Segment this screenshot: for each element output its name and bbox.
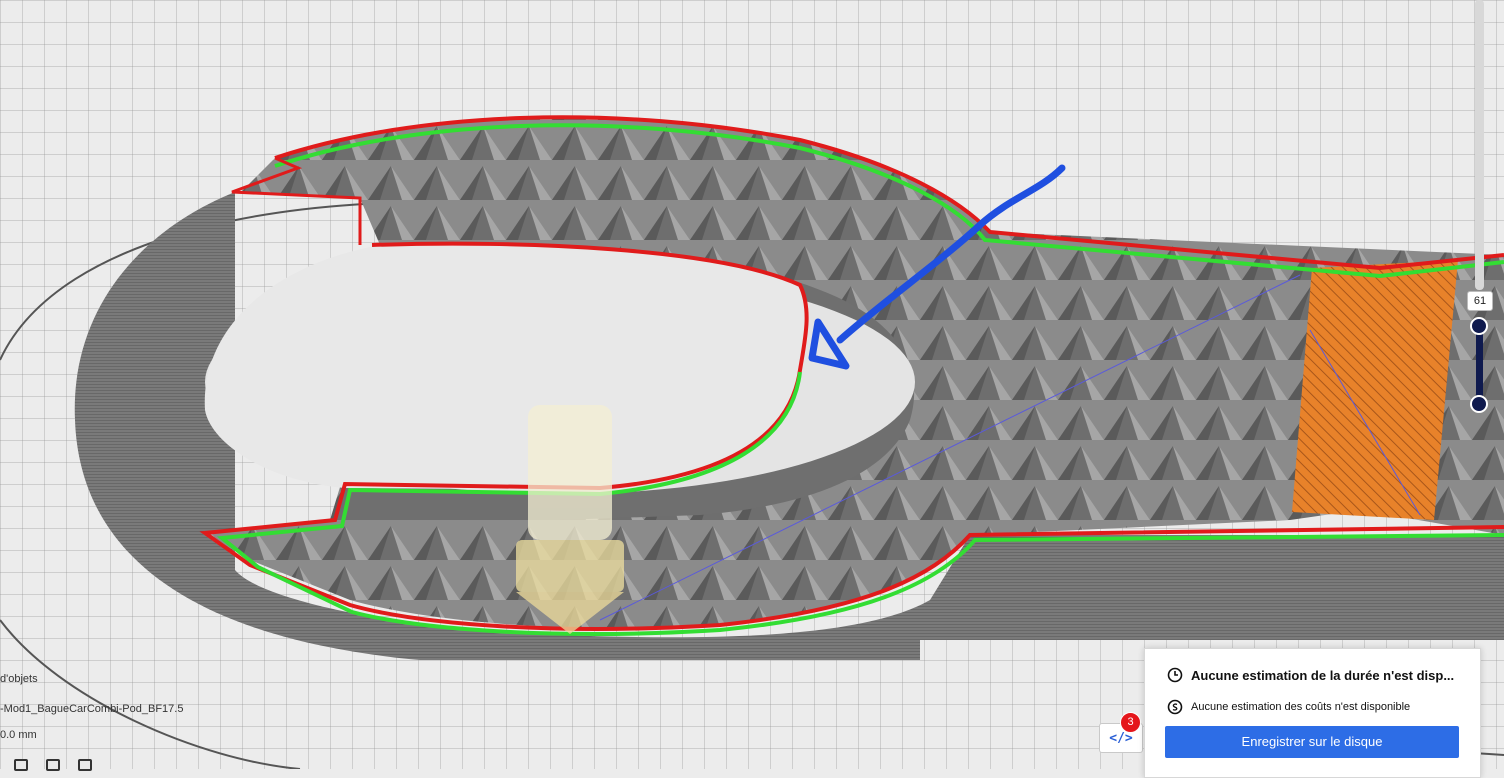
- cube-icon[interactable]: [78, 759, 92, 771]
- current-layer-label: 61: [1467, 291, 1493, 311]
- center-hole-floor: [204, 242, 808, 490]
- cost-estimate-text: Aucune estimation des coûts n'est dispon…: [1191, 701, 1411, 713]
- layer-lower-handle[interactable]: [1470, 395, 1488, 413]
- object-name-end: Combi-Pod_BF17.5: [86, 703, 184, 715]
- object-name: -Mod1_BagueCarCombi-Pod_BF17.5: [0, 703, 183, 715]
- layer-upper-handle[interactable]: [1470, 317, 1488, 335]
- message-count-badge: 3: [1120, 712, 1141, 733]
- coin-icon: [1167, 699, 1183, 715]
- object-dimensions: 0.0 mm: [0, 729, 37, 741]
- cube-icon[interactable]: [46, 759, 60, 771]
- time-estimate-text: Aucune estimation de la durée n'est disp…: [1191, 667, 1455, 683]
- save-to-disk-button[interactable]: Enregistrer sur le disque: [1165, 726, 1459, 758]
- cube-icon[interactable]: [14, 759, 28, 771]
- layer-slider-track[interactable]: [1475, 0, 1484, 290]
- object-name-start: -Mod1_BagueCar: [0, 703, 87, 715]
- cost-estimate-row[interactable]: Aucune estimation des coûts n'est dispon…: [1167, 699, 1410, 715]
- clock-icon: [1167, 667, 1183, 683]
- object-list-header[interactable]: d'objets: [0, 673, 38, 685]
- 3d-viewport[interactable]: 61 d'objets -Mod1_BagueCarCombi-Pod_BF17…: [0, 0, 1504, 778]
- print-output-panel: Aucune estimation de la durée n'est disp…: [1144, 648, 1481, 778]
- time-estimate-row[interactable]: Aucune estimation de la durée n'est disp…: [1167, 667, 1454, 683]
- top-skin-area: [1292, 260, 1458, 520]
- skirt-line: [0, 619, 301, 769]
- nozzle-model: [516, 405, 624, 634]
